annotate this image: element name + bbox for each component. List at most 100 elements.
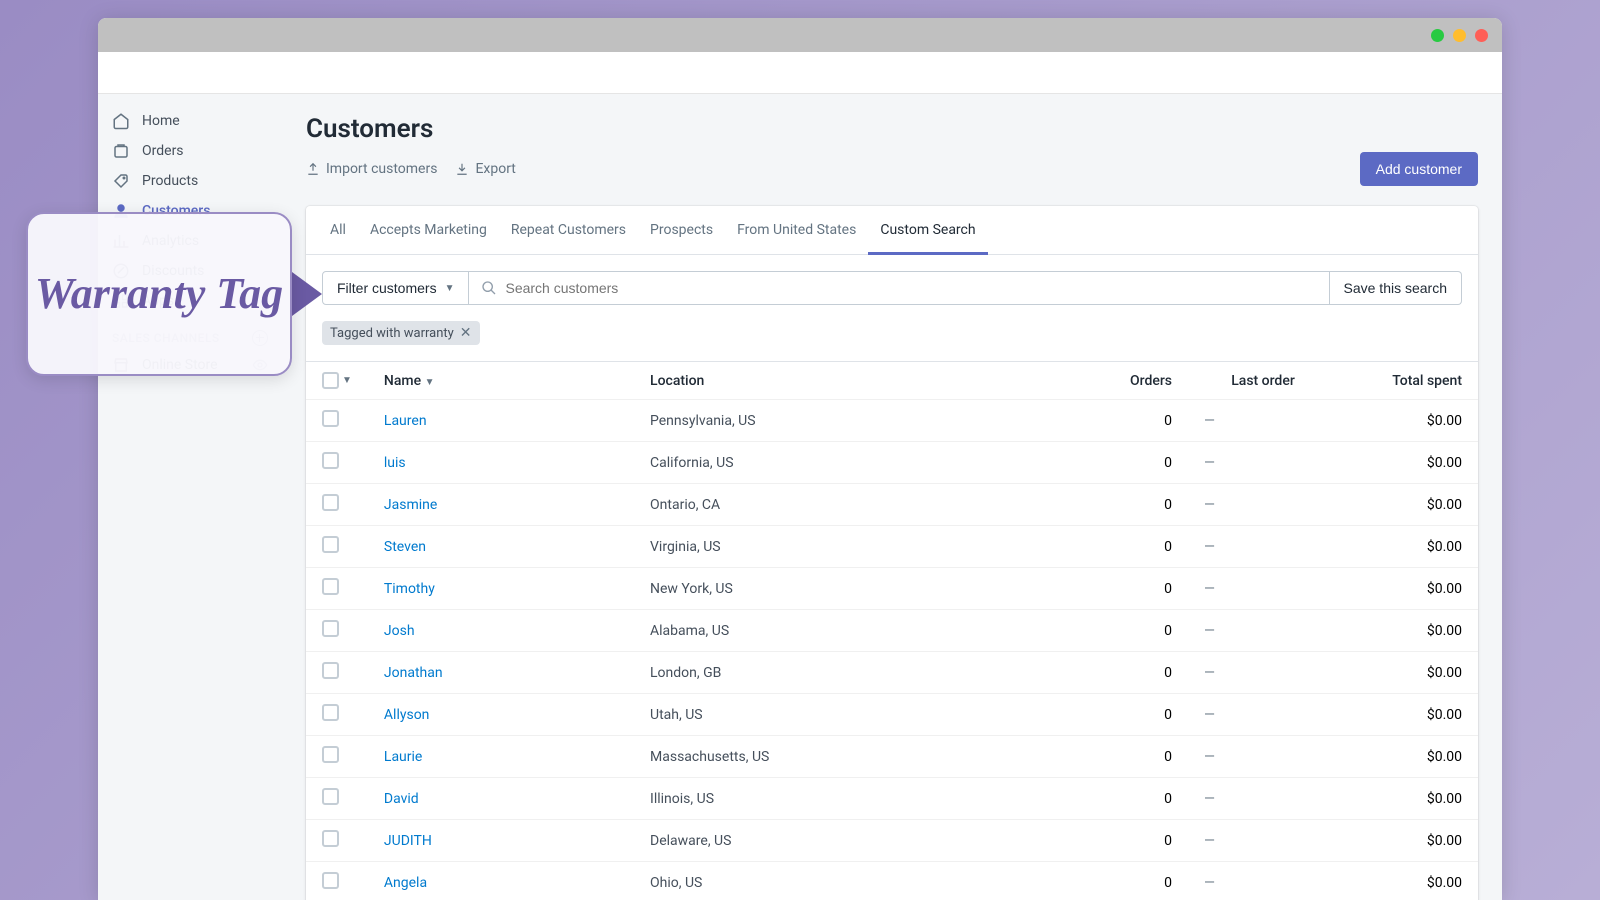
- customer-total-spent: $0.00: [1338, 820, 1478, 862]
- tab-repeat-customers[interactable]: Repeat Customers: [499, 206, 638, 254]
- customer-orders: 0: [1078, 568, 1188, 610]
- customer-name-link[interactable]: Lauren: [384, 413, 427, 429]
- table-row: AngelaOhio, US0—$0.00: [306, 862, 1478, 900]
- window-minimize-dot[interactable]: [1431, 29, 1444, 42]
- save-search-button[interactable]: Save this search: [1330, 271, 1463, 305]
- remove-chip-icon[interactable]: ✕: [460, 325, 472, 341]
- tab-from-united-states[interactable]: From United States: [725, 206, 868, 254]
- customer-total-spent: $0.00: [1338, 484, 1478, 526]
- customer-name-link[interactable]: Jasmine: [384, 497, 437, 513]
- customer-location: Alabama, US: [634, 610, 1078, 652]
- customer-last-order: —: [1188, 610, 1338, 652]
- col-name-header[interactable]: Name ▼: [368, 362, 634, 400]
- main-wrap: Home Orders Products Customers Analytics…: [98, 94, 1502, 900]
- customer-total-spent: $0.00: [1338, 568, 1478, 610]
- customer-orders: 0: [1078, 694, 1188, 736]
- customer-orders: 0: [1078, 400, 1188, 442]
- customer-last-order: —: [1188, 568, 1338, 610]
- sidebar-item-home[interactable]: Home: [98, 106, 282, 136]
- export-label: Export: [475, 161, 515, 177]
- sidebar-item-label: Products: [142, 173, 198, 189]
- search-input[interactable]: [505, 280, 1316, 296]
- customer-name-link[interactable]: Angela: [384, 875, 427, 891]
- window-close-dot[interactable]: [1475, 29, 1488, 42]
- customer-name-link[interactable]: JUDITH: [384, 833, 432, 849]
- customers-card: AllAccepts MarketingRepeat CustomersPros…: [306, 206, 1478, 900]
- customer-orders: 0: [1078, 526, 1188, 568]
- customer-location: Pennsylvania, US: [634, 400, 1078, 442]
- customer-total-spent: $0.00: [1338, 526, 1478, 568]
- customer-name-link[interactable]: luis: [384, 455, 406, 471]
- customer-total-spent: $0.00: [1338, 736, 1478, 778]
- customer-total-spent: $0.00: [1338, 694, 1478, 736]
- filter-label: Filter customers: [337, 280, 437, 296]
- tab-custom-search[interactable]: Custom Search: [868, 206, 987, 254]
- tab-accepts-marketing[interactable]: Accepts Marketing: [358, 206, 499, 254]
- tab-prospects[interactable]: Prospects: [638, 206, 725, 254]
- app-top-bar: [98, 52, 1502, 94]
- row-checkbox[interactable]: [322, 788, 339, 805]
- table-header-row: ▼ Name ▼ Location Orders Last order Tota…: [306, 362, 1478, 400]
- table-row: LaurieMassachusetts, US0—$0.00: [306, 736, 1478, 778]
- customer-name-link[interactable]: Timothy: [384, 581, 435, 597]
- select-caret-icon[interactable]: ▼: [342, 375, 352, 386]
- filter-chips: Tagged with warranty ✕: [306, 321, 1478, 361]
- customer-orders: 0: [1078, 736, 1188, 778]
- col-last-order-header: Last order: [1188, 362, 1338, 400]
- customer-orders: 0: [1078, 820, 1188, 862]
- row-checkbox[interactable]: [322, 704, 339, 721]
- row-checkbox[interactable]: [322, 410, 339, 427]
- filter-chip-warranty: Tagged with warranty ✕: [322, 321, 480, 345]
- products-icon: [112, 172, 130, 190]
- customer-name-link[interactable]: David: [384, 791, 419, 807]
- row-checkbox[interactable]: [322, 620, 339, 637]
- customer-name-link[interactable]: Allyson: [384, 707, 430, 723]
- search-icon: [481, 280, 497, 296]
- customer-last-order: —: [1188, 820, 1338, 862]
- row-checkbox[interactable]: [322, 578, 339, 595]
- export-link[interactable]: Export: [455, 161, 515, 177]
- row-checkbox[interactable]: [322, 494, 339, 511]
- col-total-spent-header: Total spent: [1338, 362, 1478, 400]
- customer-total-spent: $0.00: [1338, 778, 1478, 820]
- table-row: StevenVirginia, US0—$0.00: [306, 526, 1478, 568]
- row-checkbox[interactable]: [322, 452, 339, 469]
- sidebar-item-orders[interactable]: Orders: [98, 136, 282, 166]
- action-left: Import customers Export: [306, 161, 516, 177]
- content-area: Customers Import customers Export Add cu…: [282, 94, 1502, 900]
- page-actions: Import customers Export Add customer: [306, 152, 1478, 186]
- window-maximize-dot[interactable]: [1453, 29, 1466, 42]
- row-checkbox[interactable]: [322, 662, 339, 679]
- col-name-label: Name: [384, 373, 421, 389]
- row-checkbox[interactable]: [322, 872, 339, 889]
- table-row: AllysonUtah, US0—$0.00: [306, 694, 1478, 736]
- col-location-header: Location: [634, 362, 1078, 400]
- row-checkbox[interactable]: [322, 746, 339, 763]
- row-checkbox[interactable]: [322, 536, 339, 553]
- home-icon: [112, 112, 130, 130]
- row-checkbox[interactable]: [322, 830, 339, 847]
- import-label: Import customers: [326, 161, 437, 177]
- sidebar-item-products[interactable]: Products: [98, 166, 282, 196]
- customer-orders: 0: [1078, 610, 1188, 652]
- customer-name-link[interactable]: Laurie: [384, 749, 422, 765]
- filter-customers-button[interactable]: Filter customers ▼: [322, 271, 469, 305]
- select-all-checkbox[interactable]: [322, 372, 339, 389]
- table-row: DavidIllinois, US0—$0.00: [306, 778, 1478, 820]
- add-customer-button[interactable]: Add customer: [1360, 152, 1478, 186]
- upload-icon: [306, 162, 320, 176]
- customer-name-link[interactable]: Josh: [384, 623, 415, 639]
- customer-orders: 0: [1078, 778, 1188, 820]
- table-row: JonathanLondon, GB0—$0.00: [306, 652, 1478, 694]
- sidebar-item-label: Orders: [142, 143, 184, 159]
- customer-orders: 0: [1078, 442, 1188, 484]
- search-box[interactable]: [469, 271, 1329, 305]
- customer-location: Utah, US: [634, 694, 1078, 736]
- table-row: TimothyNew York, US0—$0.00: [306, 568, 1478, 610]
- customer-name-link[interactable]: Jonathan: [384, 665, 443, 681]
- import-customers-link[interactable]: Import customers: [306, 161, 437, 177]
- filter-row: Filter customers ▼ Save this search: [306, 255, 1478, 321]
- tab-all[interactable]: All: [318, 206, 358, 254]
- table-row: LaurenPennsylvania, US0—$0.00: [306, 400, 1478, 442]
- customer-name-link[interactable]: Steven: [384, 539, 426, 555]
